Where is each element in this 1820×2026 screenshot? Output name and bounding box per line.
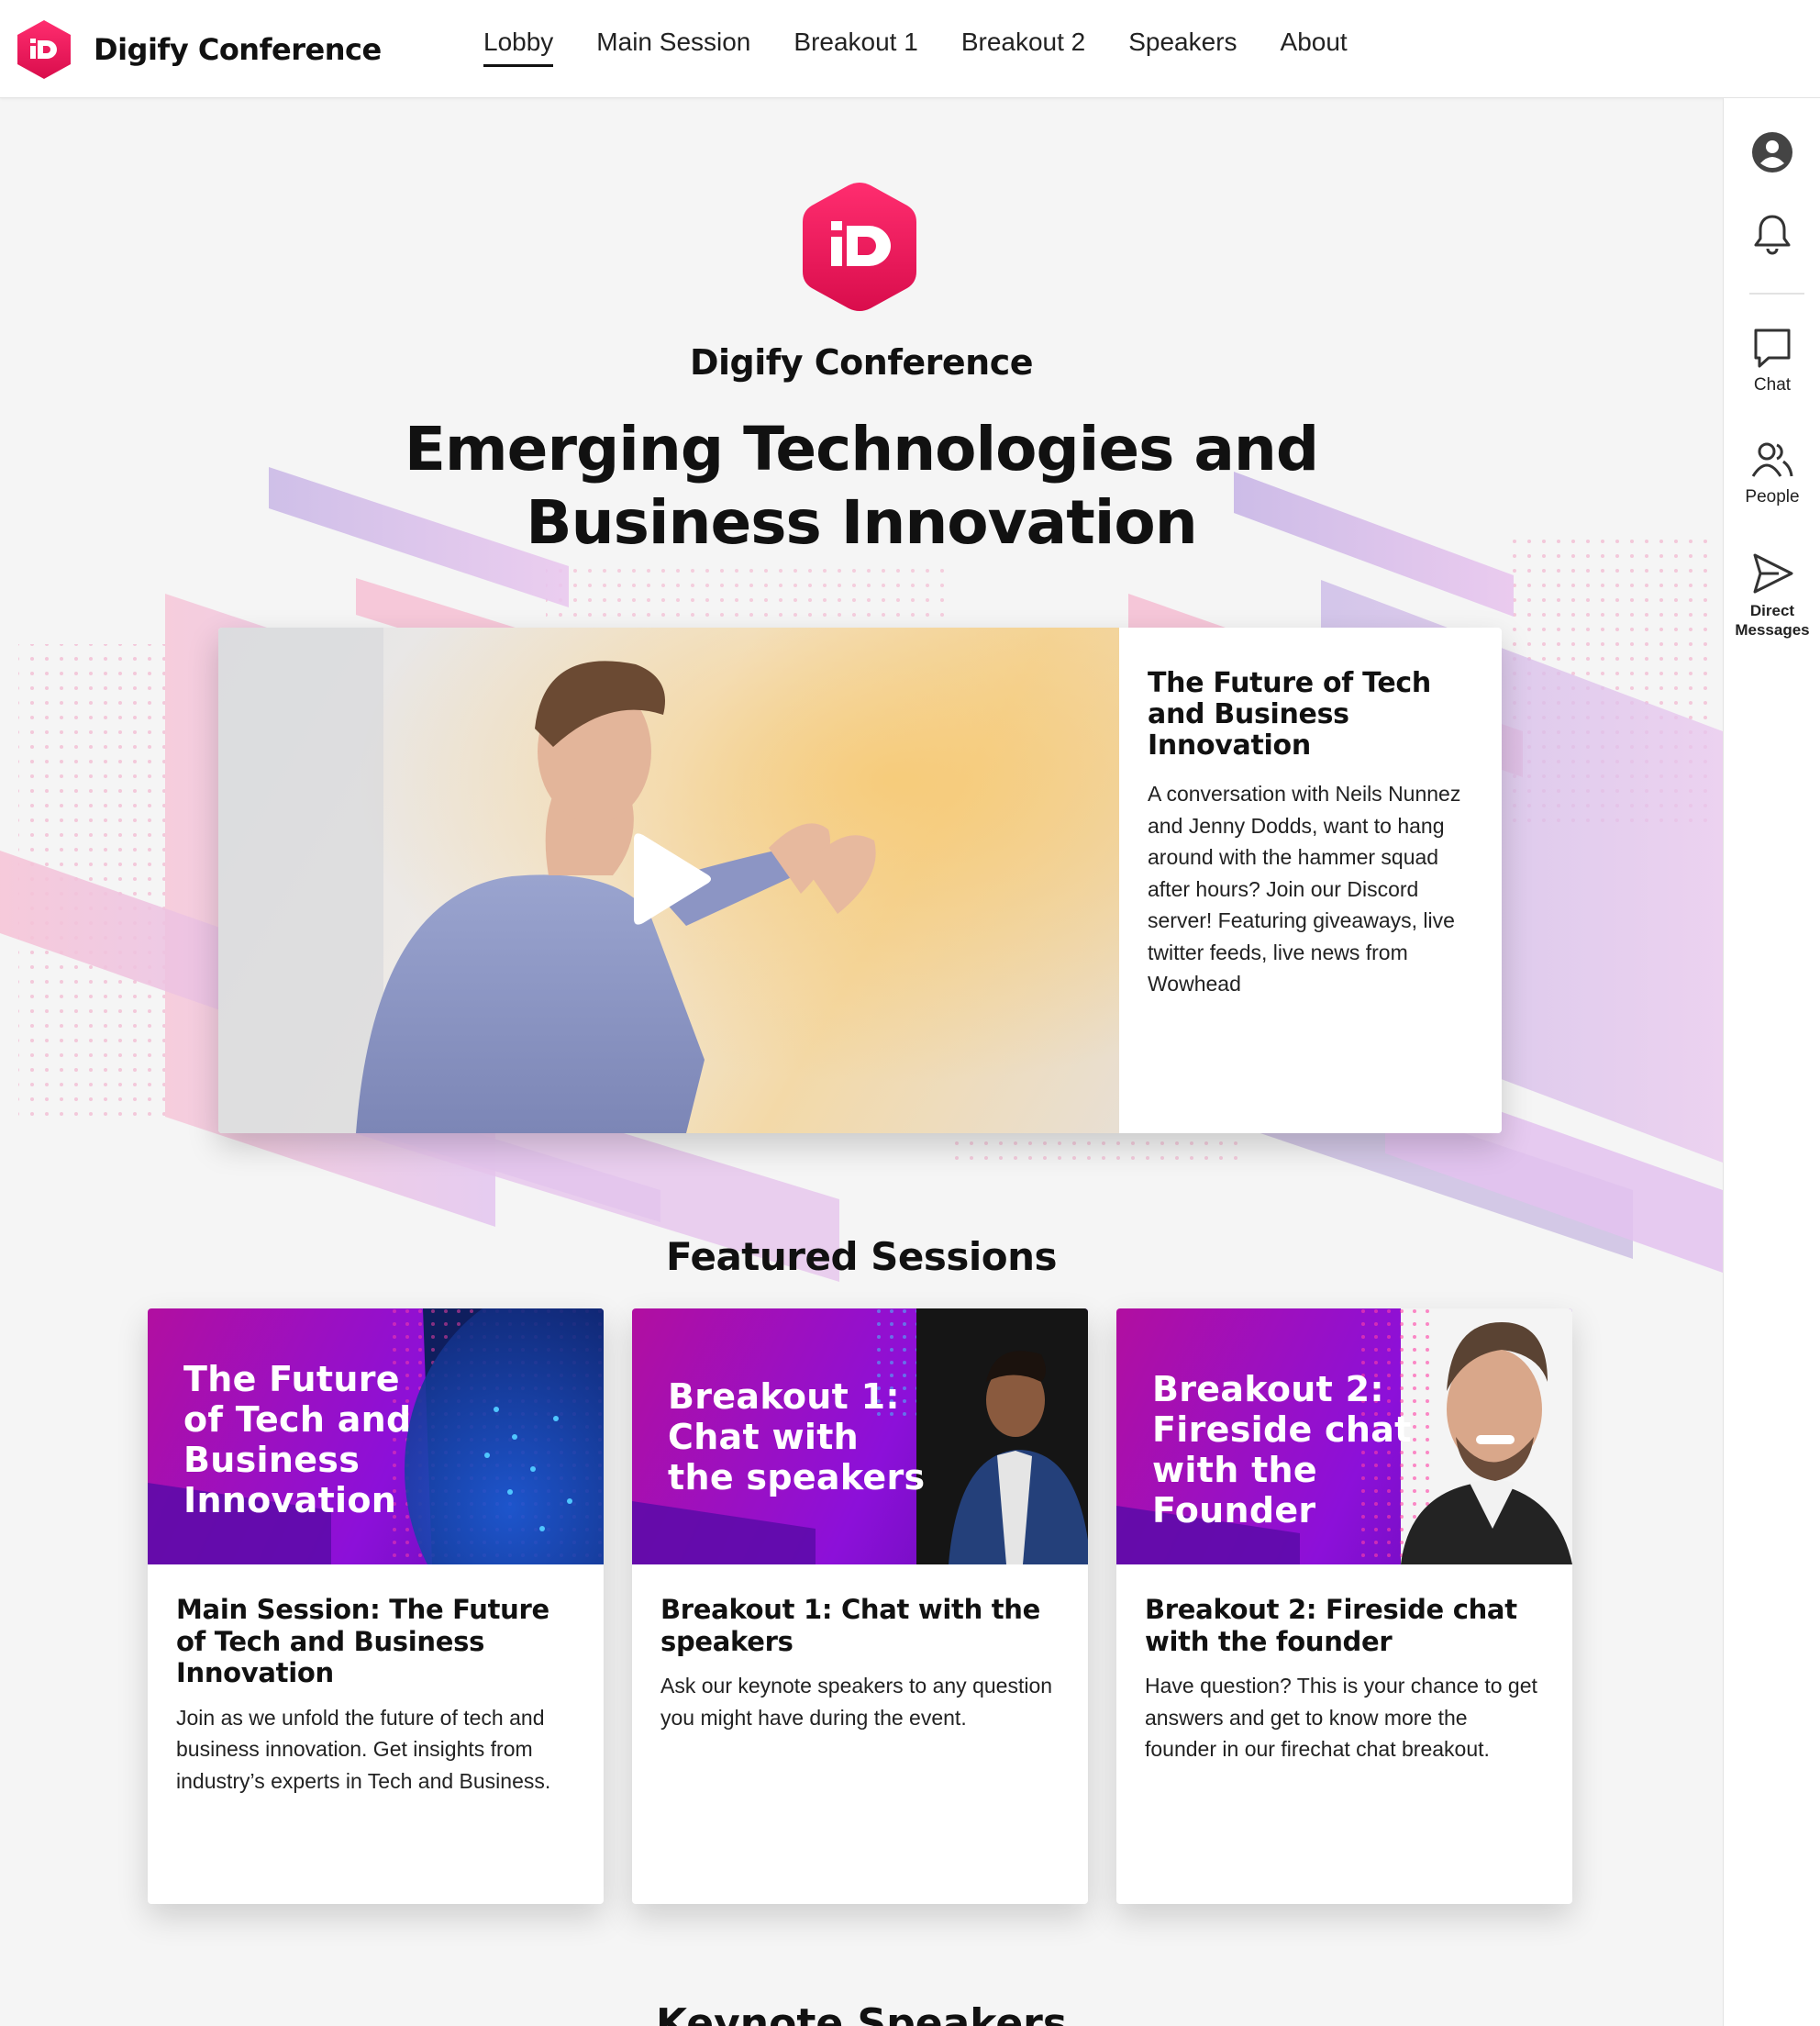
image-title-line: of Tech and bbox=[183, 1399, 412, 1440]
people-label: People bbox=[1745, 487, 1800, 506]
image-title-line: Fireside chat bbox=[1152, 1409, 1412, 1450]
session-card-image: The Future of Tech and Business Innovati… bbox=[148, 1308, 604, 1564]
direct-messages-label: Direct Messages bbox=[1735, 601, 1809, 640]
nav-lobby[interactable]: Lobby bbox=[483, 28, 554, 67]
session-card-description: Have question? This is your chance to ge… bbox=[1145, 1674, 1537, 1761]
nav-about[interactable]: About bbox=[1281, 28, 1348, 67]
video-player[interactable] bbox=[218, 628, 1119, 1133]
session-card-description: Join as we unfold the future of tech and… bbox=[176, 1705, 551, 1793]
image-title-line: Chat with bbox=[668, 1417, 860, 1457]
image-title-line: Founder bbox=[1152, 1490, 1316, 1531]
session-card-title: Main Session: The Future of Tech and Bus… bbox=[176, 1594, 549, 1688]
session-card-body: Breakout 2: Fireside chat with the found… bbox=[1116, 1564, 1572, 1765]
main-nav: Lobby Main Session Breakout 1 Breakout 2… bbox=[483, 28, 1391, 67]
session-card-image-title: The Future of Tech and Business Innovati… bbox=[183, 1359, 412, 1520]
keynote-speakers-heading: Keynote Speakers bbox=[655, 2000, 1068, 2026]
hero-logo-icon bbox=[803, 183, 916, 311]
session-card-title: Breakout 1: Chat with the speakers bbox=[660, 1594, 1041, 1657]
right-sidebar: Chat People Direct Messages bbox=[1723, 98, 1820, 2026]
direct-messages-label-line2: Messages bbox=[1735, 621, 1810, 639]
image-title-line: Innovation bbox=[183, 1480, 397, 1520]
session-card-image: Breakout 2: Fireside chat with the Found… bbox=[1116, 1308, 1572, 1564]
session-card-image-title: Breakout 2: Fireside chat with the Found… bbox=[1152, 1369, 1412, 1531]
chat-bubble-icon bbox=[1754, 328, 1791, 368]
direct-messages-button[interactable]: Direct Messages bbox=[1724, 551, 1820, 640]
session-card-body: Breakout 1: Chat with the speakers Ask o… bbox=[632, 1564, 1088, 1733]
session-card-body: Main Session: The Future of Tech and Bus… bbox=[148, 1564, 604, 1797]
nav-main-session[interactable]: Main Session bbox=[596, 28, 750, 67]
people-button[interactable]: People bbox=[1724, 440, 1820, 506]
hero-brand-name: Digify Conference bbox=[689, 342, 1034, 383]
nav-breakout-2[interactable]: Breakout 2 bbox=[961, 28, 1085, 67]
profile-button[interactable] bbox=[1724, 130, 1820, 174]
nav-breakout-1[interactable]: Breakout 1 bbox=[793, 28, 917, 67]
image-title-line: The Future bbox=[183, 1359, 400, 1399]
session-card-breakout-1[interactable]: Breakout 1: Chat with the speakers Break… bbox=[632, 1308, 1088, 1904]
session-card-breakout-2[interactable]: Breakout 2: Fireside chat with the Found… bbox=[1116, 1308, 1572, 1904]
digify-logo-icon bbox=[17, 20, 71, 79]
direct-messages-label-line1: Direct bbox=[1749, 602, 1795, 619]
play-icon[interactable] bbox=[625, 830, 716, 931]
session-card-description: Ask our keynote speakers to any question… bbox=[660, 1674, 1053, 1730]
session-card-image-title: Breakout 1: Chat with the speakers bbox=[668, 1376, 925, 1497]
featured-video-description: A conversation with Neils Nunnez and Jen… bbox=[1148, 782, 1461, 996]
image-title-line: Business bbox=[183, 1440, 361, 1480]
brand-name: Digify Conference bbox=[94, 32, 382, 67]
image-title-line: Breakout 2: bbox=[1152, 1369, 1384, 1409]
hero-title-line2: Business Innovation bbox=[526, 487, 1197, 558]
featured-sessions-heading: Featured Sessions bbox=[665, 1234, 1058, 1279]
session-card-image: Breakout 1: Chat with the speakers bbox=[632, 1308, 1088, 1564]
chat-label: Chat bbox=[1753, 375, 1792, 395]
featured-video-title: The Future of Tech and Business Innovati… bbox=[1148, 667, 1431, 762]
chat-button[interactable]: Chat bbox=[1724, 326, 1820, 395]
image-title-line: the speakers bbox=[668, 1457, 926, 1497]
session-card-main[interactable]: The Future of Tech and Business Innovati… bbox=[148, 1308, 604, 1904]
notifications-button[interactable] bbox=[1724, 212, 1820, 256]
hero-title-line1: Emerging Technologies and bbox=[404, 414, 1319, 484]
featured-video-info: The Future of Tech and Business Innovati… bbox=[1119, 628, 1502, 1133]
featured-video-card: The Future of Tech and Business Innovati… bbox=[218, 628, 1502, 1133]
brand[interactable]: Digify Conference bbox=[15, 18, 382, 81]
people-icon bbox=[1751, 442, 1793, 477]
nav-speakers[interactable]: Speakers bbox=[1128, 28, 1237, 67]
session-card-title: Breakout 2: Fireside chat with the found… bbox=[1145, 1594, 1517, 1657]
image-title-line: Breakout 1: bbox=[668, 1376, 900, 1417]
top-navigation-bar: Digify Conference Lobby Main Session Bre… bbox=[0, 0, 1820, 98]
account-circle-icon bbox=[1752, 132, 1792, 173]
image-title-line: with the bbox=[1152, 1450, 1317, 1490]
send-icon bbox=[1753, 553, 1793, 594]
hero-title: Emerging Technologies and Business Innov… bbox=[0, 413, 1723, 560]
rail-divider bbox=[1749, 293, 1804, 295]
bell-icon bbox=[1754, 215, 1791, 255]
